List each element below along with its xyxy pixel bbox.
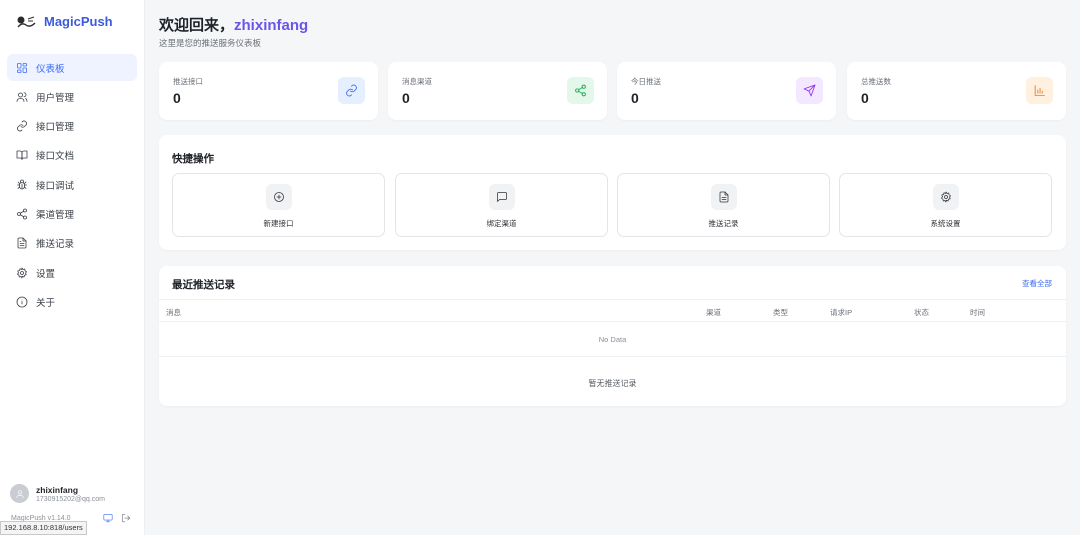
send-icon: [803, 84, 816, 97]
sidebar-item-users[interactable]: 用户管理: [7, 83, 137, 110]
gear-icon: [17, 267, 27, 278]
stat-card-push-apis: 推送接口 0: [159, 62, 378, 120]
dashboard-icon: [17, 62, 27, 73]
sidebar-item-label: 接口管理: [36, 122, 75, 134]
gear-icon: [940, 191, 951, 203]
stat-value: 0: [173, 90, 181, 106]
quick-actions-title: 快捷操作: [172, 153, 214, 165]
sidebar-item-label: 接口文档: [36, 151, 75, 163]
table-no-data: No Data: [159, 323, 1066, 357]
quick-action-label: 绑定渠道: [486, 219, 517, 228]
sidebar-item-about[interactable]: 关于: [7, 288, 137, 315]
column-header-channel[interactable]: 渠道: [706, 307, 721, 318]
sidebar-item-label: 设置: [36, 268, 56, 280]
sidebar-item-push-records[interactable]: 推送记录: [7, 230, 137, 257]
stat-icon-box: [796, 77, 823, 104]
stat-label: 总推送数: [861, 77, 891, 86]
page-title: 欢迎回来，zhixinfang: [159, 14, 308, 35]
view-all-link[interactable]: 查看全部: [1022, 278, 1052, 289]
page-subtitle: 这里是您的推送服务仪表板: [159, 38, 262, 48]
sidebar-item-label: 关于: [36, 297, 56, 309]
sidebar-item-label: 仪表板: [36, 63, 65, 75]
user-profile[interactable]: zhixinfang 1730915202@qq.com: [10, 484, 105, 503]
stat-label: 推送接口: [173, 77, 203, 86]
user-name: zhixinfang: [36, 484, 79, 495]
stat-card-total-push: 总推送数 0: [847, 62, 1066, 120]
users-icon: [16, 92, 28, 102]
bug-icon: [17, 179, 27, 190]
link-icon: [17, 120, 27, 132]
stat-card-channels: 消息渠道 0: [388, 62, 607, 120]
sidebar-item-api-management[interactable]: 接口管理: [7, 113, 137, 140]
monitor-icon[interactable]: [103, 513, 113, 523]
quick-action-new-api[interactable]: 新建接口: [172, 173, 385, 237]
sidebar-item-api-debug[interactable]: 接口调试: [7, 171, 137, 198]
empty-records-text: 暂无推送记录: [588, 379, 637, 388]
status-url-tooltip: 192.168.8.10:818/users: [0, 521, 87, 535]
sidebar-item-channels[interactable]: 渠道管理: [7, 200, 137, 227]
quick-action-push-records[interactable]: 推送记录: [617, 173, 830, 237]
stat-card-today-push: 今日推送 0: [617, 62, 836, 120]
bar-chart-icon: [1034, 85, 1045, 96]
quick-action-label: 新建接口: [263, 219, 294, 228]
qa-icon-box: [710, 184, 737, 210]
brand[interactable]: MagicPush: [16, 14, 113, 29]
logo-icon: [17, 16, 36, 27]
quick-action-bind-channel[interactable]: 绑定渠道: [395, 173, 608, 237]
user-email: 1730915202@qq.com: [36, 495, 105, 503]
sidebar-item-label: 用户管理: [36, 92, 75, 104]
column-header-type[interactable]: 类型: [773, 307, 788, 318]
share-icon: [575, 84, 586, 97]
plus-circle-icon: [273, 192, 284, 202]
greeting-text: 欢迎回来，: [159, 17, 235, 34]
stat-icon-box: [567, 77, 594, 104]
sidebar-item-label: 推送记录: [36, 239, 75, 251]
stat-icon-box: [338, 77, 365, 104]
brand-name: MagicPush: [44, 14, 113, 29]
stat-label: 消息渠道: [402, 77, 432, 86]
table-header: 消息 渠道 类型 请求IP 状态 时间: [159, 299, 1066, 322]
stat-value: 0: [631, 90, 639, 106]
avatar: [10, 484, 29, 503]
share-icon: [17, 208, 27, 220]
file-text-icon: [719, 191, 728, 203]
greeting-username: zhixinfang: [234, 17, 309, 34]
file-text-icon: [17, 237, 27, 249]
recent-records-title: 最近推送记录: [172, 279, 235, 291]
footer-actions: [103, 513, 131, 523]
recent-records-panel: 最近推送记录 查看全部 消息 渠道 类型 请求IP 状态 时间 No Data …: [159, 266, 1066, 406]
quick-action-label: 系统设置: [930, 219, 961, 228]
sidebar-nav: 仪表板 用户管理 接口管理 接口文档 接口调试 渠道管理 推送记录 设置 关于: [7, 54, 137, 318]
qa-icon-box: [932, 184, 959, 210]
quick-action-system-settings[interactable]: 系统设置: [839, 173, 1052, 237]
sidebar-item-dashboard[interactable]: 仪表板: [7, 54, 137, 81]
message-icon: [496, 192, 507, 202]
logout-icon[interactable]: [121, 513, 131, 523]
sidebar-item-label: 接口调试: [36, 180, 75, 192]
stat-icon-box: [1026, 77, 1053, 104]
column-header-status[interactable]: 状态: [914, 307, 929, 318]
sidebar-item-label: 渠道管理: [36, 209, 75, 221]
qa-icon-box: [488, 184, 515, 210]
book-icon: [16, 150, 28, 161]
sidebar: MagicPush 仪表板 用户管理 接口管理 接口文档 接口调试 渠道管理 推…: [0, 0, 145, 535]
sidebar-item-settings[interactable]: 设置: [7, 259, 137, 286]
info-icon: [16, 296, 28, 308]
stat-value: 0: [861, 90, 869, 106]
column-header-time[interactable]: 时间: [970, 307, 985, 318]
user-icon: [15, 489, 24, 498]
link-icon: [346, 84, 357, 97]
stat-label: 今日推送: [631, 77, 661, 86]
stat-value: 0: [402, 90, 410, 106]
column-header-request-ip[interactable]: 请求IP: [830, 307, 852, 318]
quick-action-label: 推送记录: [708, 219, 739, 228]
sidebar-item-api-docs[interactable]: 接口文档: [7, 142, 137, 169]
column-header-message[interactable]: 消息: [166, 307, 181, 318]
qa-icon-box: [265, 184, 292, 210]
